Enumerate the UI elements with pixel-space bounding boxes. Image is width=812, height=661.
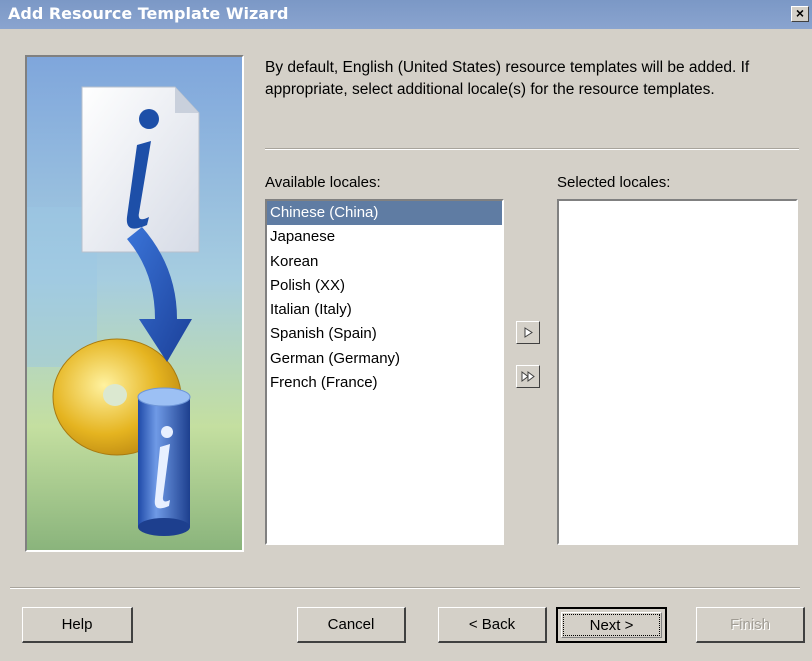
next-button-label: Next > bbox=[589, 617, 634, 634]
selected-locales-label: Selected locales: bbox=[557, 174, 671, 191]
intro-text: By default, English (United States) reso… bbox=[265, 59, 750, 98]
list-item[interactable]: Korean bbox=[267, 250, 502, 274]
add-locale-button[interactable] bbox=[516, 321, 540, 344]
available-locales-list[interactable]: Chinese (China) Japanese Korean Polish (… bbox=[265, 199, 504, 545]
list-item[interactable]: French (France) bbox=[267, 371, 502, 395]
add-all-locales-button[interactable] bbox=[516, 365, 540, 388]
available-locales-label: Available locales: bbox=[265, 174, 381, 191]
list-item[interactable]: Italian (Italy) bbox=[267, 298, 502, 322]
help-button[interactable]: Help bbox=[22, 607, 133, 643]
title-bar: Add Resource Template Wizard × bbox=[0, 0, 812, 29]
selected-locales-list[interactable] bbox=[557, 199, 798, 545]
footer-separator bbox=[10, 587, 800, 589]
next-button[interactable]: Next > bbox=[556, 607, 667, 643]
close-button[interactable]: × bbox=[791, 6, 809, 22]
cancel-button[interactable]: Cancel bbox=[297, 607, 406, 643]
list-item[interactable]: Japanese bbox=[267, 225, 502, 249]
double-arrow-right-icon bbox=[521, 371, 535, 382]
list-item[interactable]: Chinese (China) bbox=[267, 201, 502, 226]
list-item[interactable]: Spanish (Spain) bbox=[267, 322, 502, 346]
wizard-illustration bbox=[25, 55, 244, 552]
arrow-right-icon bbox=[524, 327, 533, 338]
finish-button[interactable]: Finish bbox=[696, 607, 805, 643]
list-item[interactable]: German (Germany) bbox=[267, 347, 502, 371]
close-icon: × bbox=[795, 5, 805, 21]
info-illustration-icon bbox=[27, 57, 242, 550]
back-button[interactable]: < Back bbox=[438, 607, 547, 643]
separator bbox=[265, 148, 799, 150]
list-item[interactable]: Polish (XX) bbox=[267, 274, 502, 298]
window-title: Add Resource Template Wizard bbox=[8, 4, 289, 23]
